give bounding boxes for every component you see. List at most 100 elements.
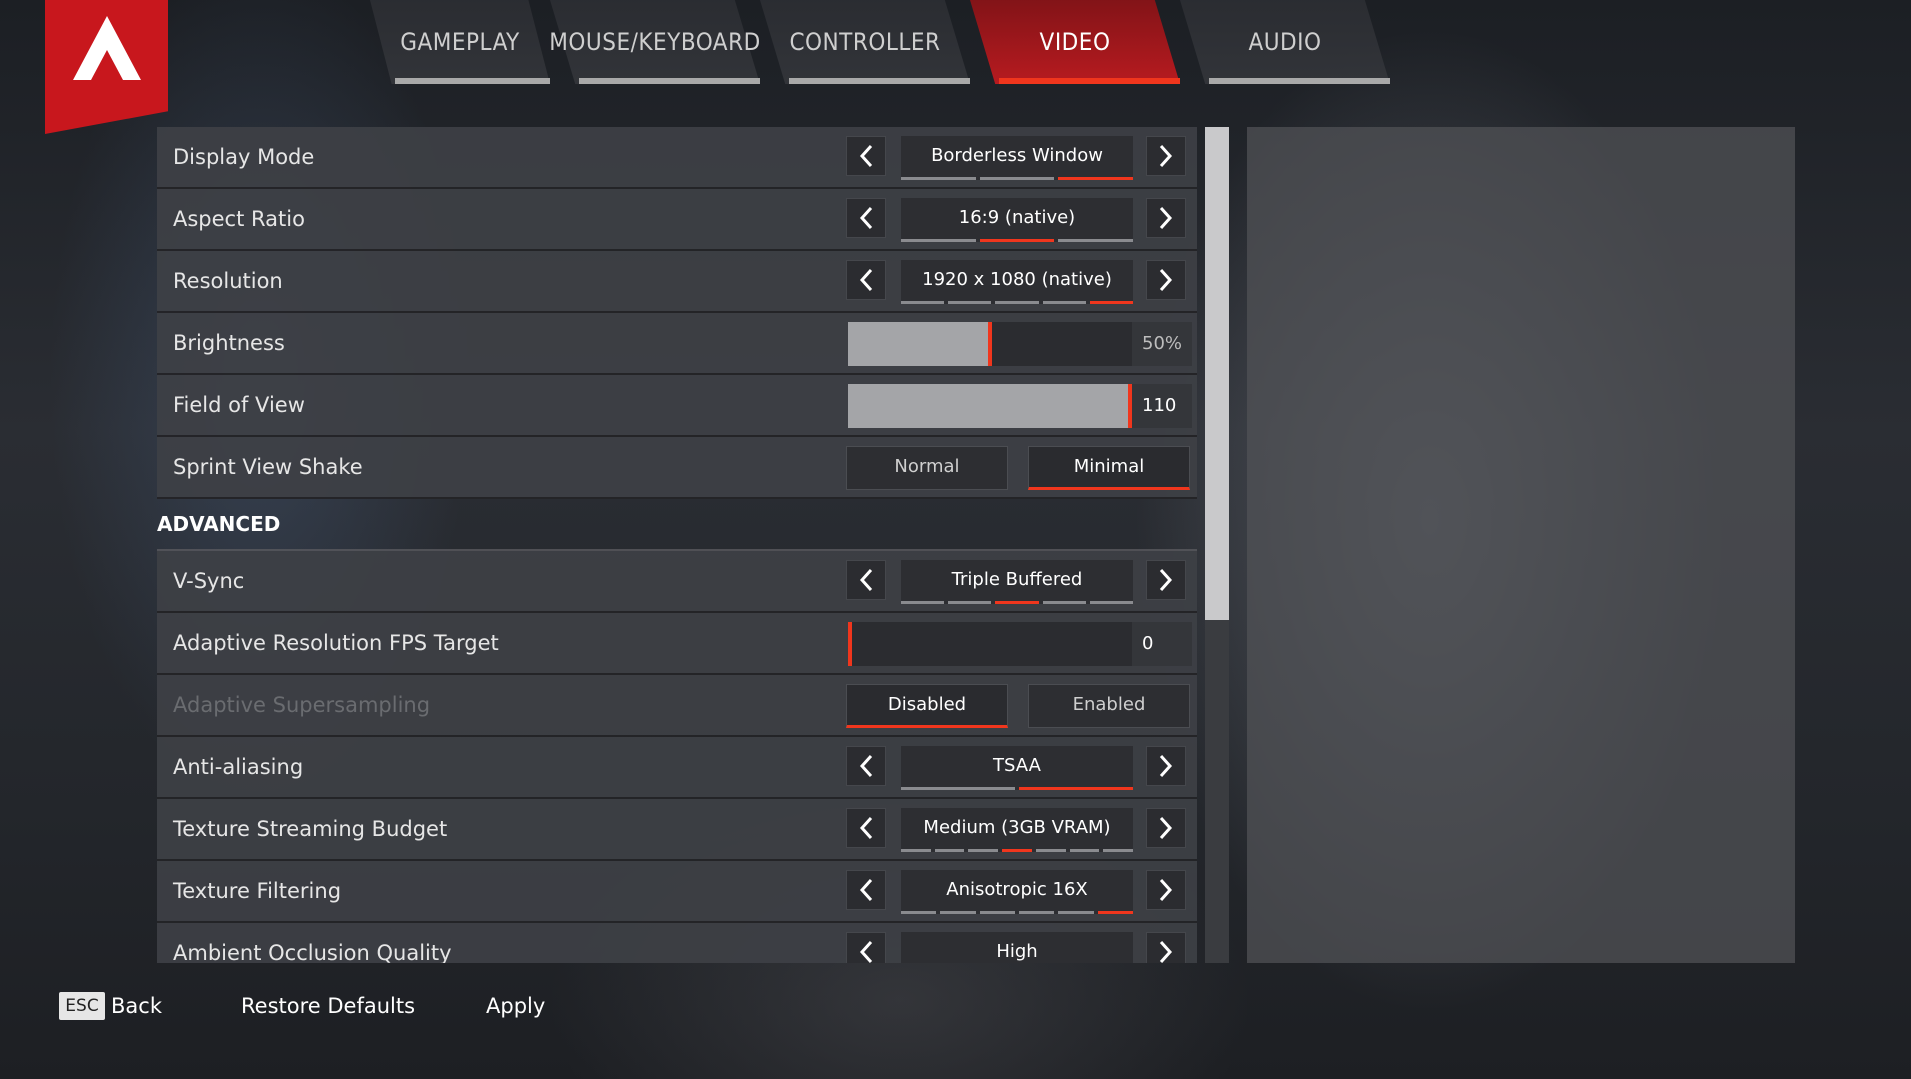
- brightness-slider[interactable]: [848, 322, 1132, 366]
- option-disabled-button[interactable]: Disabled: [846, 684, 1008, 728]
- slider-handle[interactable]: [848, 622, 852, 666]
- slider-fill: [848, 384, 1132, 428]
- prev-option-button[interactable]: [846, 198, 886, 238]
- selected-option-value: TSAA: [993, 755, 1041, 776]
- option-selector[interactable]: Triple Buffered: [901, 560, 1134, 604]
- chevron-right-icon: [1159, 568, 1173, 592]
- tab-video[interactable]: VIDEO: [970, 0, 1180, 84]
- chevron-right-icon: [1159, 206, 1173, 230]
- chevron-right-icon: [1159, 940, 1173, 963]
- selected-option-value: Triple Buffered: [951, 569, 1083, 590]
- next-option-button[interactable]: [1146, 198, 1186, 238]
- chevron-left-icon: [859, 206, 873, 230]
- fov-slider[interactable]: [848, 384, 1132, 428]
- option-segment: [995, 301, 1039, 304]
- tab-mouse-keyboard[interactable]: MOUSE/KEYBOARD: [549, 0, 761, 84]
- option-selector[interactable]: 1920 x 1080 (native): [901, 260, 1134, 304]
- setting-row-texture-streaming-budget: Texture Streaming Budget Medium (3GB VRA…: [157, 799, 1197, 861]
- slider-fill: [848, 322, 990, 366]
- option-segment: [1042, 301, 1086, 304]
- option-indicator: [901, 301, 1134, 304]
- settings-scrollbar[interactable]: [1205, 127, 1229, 963]
- next-option-button[interactable]: [1146, 260, 1186, 300]
- setting-row-ambient-occlusion: Ambient Occlusion Quality High: [157, 923, 1197, 963]
- option-segment: [1089, 601, 1134, 604]
- option-selector[interactable]: Medium (3GB VRAM): [901, 808, 1134, 852]
- setting-row-anti-aliasing: Anti-aliasing TSAA: [157, 737, 1197, 799]
- tab-gameplay-label: GAMEPLAY: [400, 28, 520, 56]
- setting-row-field-of-view: Field of View 110: [157, 375, 1197, 437]
- chevron-left-icon: [859, 568, 873, 592]
- option-segment: [1097, 911, 1133, 914]
- next-option-button[interactable]: [1146, 870, 1186, 910]
- apply-button[interactable]: Apply: [486, 990, 545, 1022]
- option-indicator: [901, 911, 1133, 914]
- prev-option-button[interactable]: [846, 808, 886, 848]
- option-segment: [948, 601, 992, 604]
- option-indicator: [901, 239, 1134, 242]
- apex-logo: [45, 0, 168, 134]
- tab-controller[interactable]: CONTROLLER: [760, 0, 970, 84]
- prev-option-button[interactable]: [846, 136, 886, 176]
- chevron-left-icon: [859, 754, 873, 778]
- option-segment: [1103, 849, 1134, 852]
- option-indicator: [901, 849, 1134, 852]
- setting-label: Resolution: [173, 269, 283, 293]
- next-option-button[interactable]: [1146, 932, 1186, 963]
- settings-tab-bar: GAMEPLAY MOUSE/KEYBOARD CONTROLLER VIDEO…: [300, 0, 1420, 84]
- option-selector[interactable]: Borderless Window: [901, 136, 1134, 180]
- option-enabled-button[interactable]: Enabled: [1028, 684, 1190, 728]
- option-segment: [901, 911, 937, 914]
- option-segment: [901, 239, 976, 242]
- slider-handle[interactable]: [988, 322, 992, 366]
- setting-row-sprint-view-shake: Sprint View Shake Normal Minimal: [157, 437, 1197, 499]
- setting-row-adaptive-supersampling: Adaptive Supersampling Disabled Enabled: [157, 675, 1197, 737]
- option-indicator: [901, 601, 1134, 604]
- video-settings-list: Display Mode Borderless Window Aspect Ra…: [157, 127, 1197, 963]
- tab-audio[interactable]: AUDIO: [1180, 0, 1390, 84]
- setting-label: Field of View: [173, 393, 305, 417]
- chevron-right-icon: [1159, 816, 1173, 840]
- setting-row-adaptive-fps-target: Adaptive Resolution FPS Target 0: [157, 613, 1197, 675]
- option-segment: [1018, 911, 1055, 914]
- option-selector[interactable]: TSAA: [901, 746, 1133, 790]
- prev-option-button[interactable]: [846, 932, 886, 963]
- option-segment: [1058, 911, 1094, 914]
- scrollbar-thumb[interactable]: [1205, 127, 1229, 620]
- option-minimal-button[interactable]: Minimal: [1028, 446, 1190, 490]
- restore-defaults-button[interactable]: Restore Defaults: [241, 990, 415, 1022]
- option-selector[interactable]: Anisotropic 16X: [901, 870, 1133, 914]
- chevron-left-icon: [859, 144, 873, 168]
- chevron-left-icon: [859, 940, 873, 963]
- tab-gameplay[interactable]: GAMEPLAY: [370, 0, 550, 84]
- chevron-left-icon: [859, 268, 873, 292]
- adaptive-fps-slider[interactable]: [848, 622, 1132, 666]
- selected-option-value: Medium (3GB VRAM): [923, 817, 1111, 838]
- next-option-button[interactable]: [1146, 808, 1186, 848]
- prev-option-button[interactable]: [846, 746, 886, 786]
- next-option-button[interactable]: [1146, 560, 1186, 600]
- chevron-right-icon: [1159, 754, 1173, 778]
- option-selector[interactable]: High: [901, 932, 1133, 963]
- selected-option-value: Anisotropic 16X: [946, 879, 1088, 900]
- next-option-button[interactable]: [1146, 746, 1186, 786]
- selected-option-value: 16:9 (native): [958, 207, 1076, 228]
- option-normal-button[interactable]: Normal: [846, 446, 1008, 490]
- chevron-right-icon: [1159, 144, 1173, 168]
- prev-option-button[interactable]: [846, 260, 886, 300]
- chevron-left-icon: [859, 816, 873, 840]
- back-button[interactable]: Back: [111, 990, 162, 1022]
- tab-mouse-keyboard-label: MOUSE/KEYBOARD: [549, 28, 761, 56]
- prev-option-button[interactable]: [846, 560, 886, 600]
- option-selector[interactable]: 16:9 (native): [901, 198, 1134, 242]
- next-option-button[interactable]: [1146, 136, 1186, 176]
- chevron-left-icon: [859, 878, 873, 902]
- option-segment: [901, 177, 976, 180]
- setting-label: Adaptive Supersampling: [173, 693, 431, 717]
- option-indicator: [901, 787, 1133, 790]
- prev-option-button[interactable]: [846, 870, 886, 910]
- chevron-right-icon: [1159, 268, 1173, 292]
- option-segment: [1019, 787, 1133, 790]
- setting-label: Brightness: [173, 331, 285, 355]
- slider-value: 50%: [1132, 322, 1192, 366]
